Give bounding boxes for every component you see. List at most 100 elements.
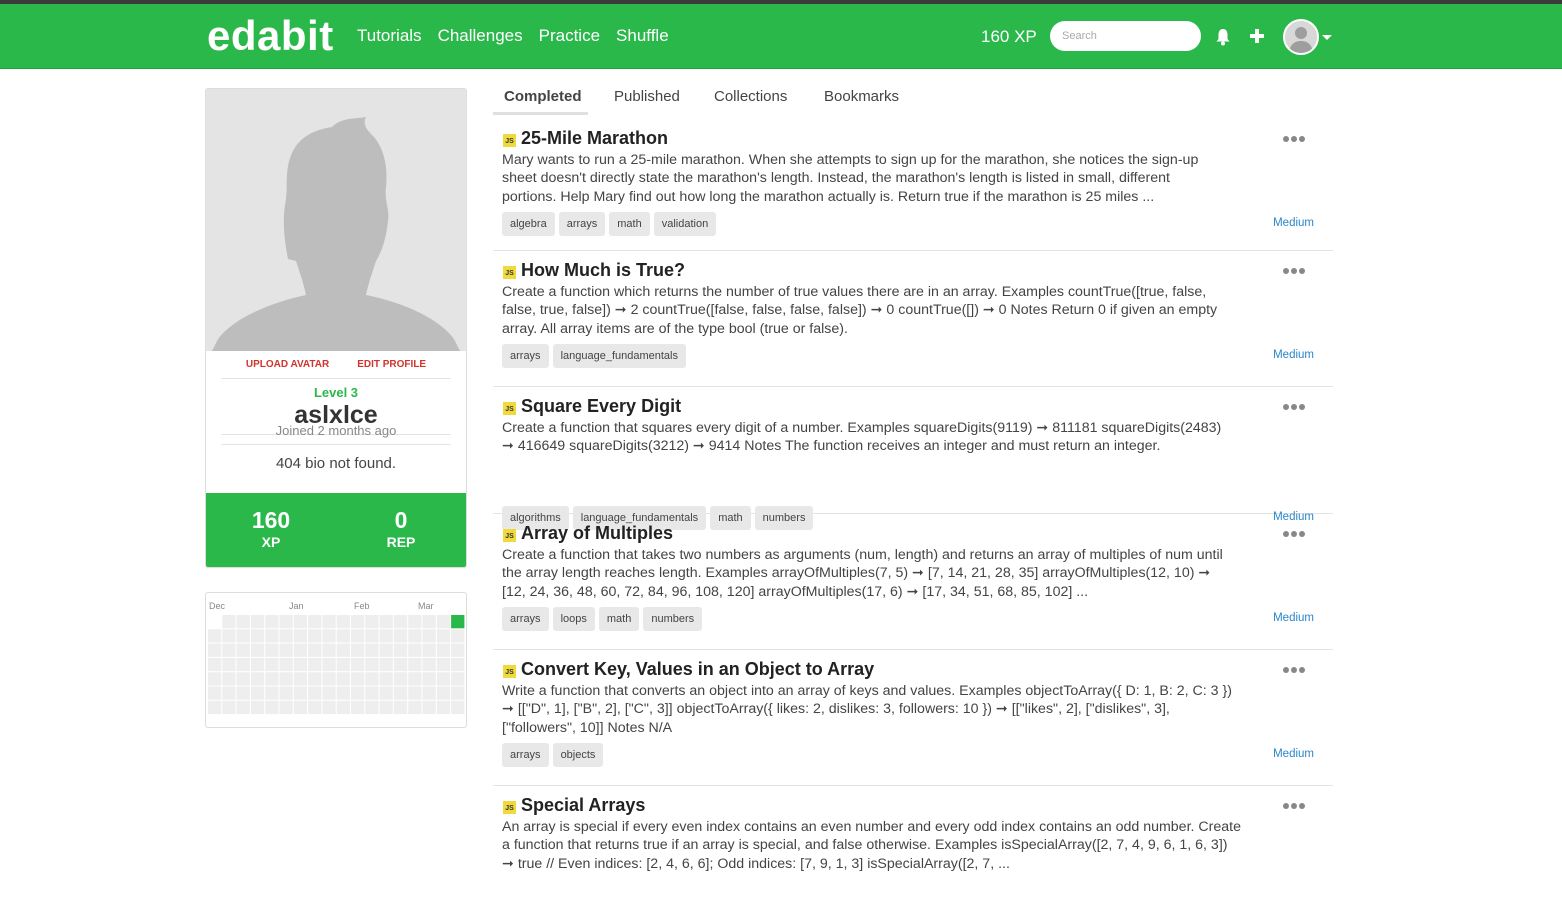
heatmap-cell bbox=[393, 700, 408, 715]
heatmap-cell bbox=[379, 657, 393, 672]
heatmap-cell bbox=[393, 615, 408, 629]
difficulty-label[interactable]: Medium bbox=[1273, 349, 1314, 361]
heatmap-cell bbox=[365, 700, 379, 715]
heatmap-cell bbox=[322, 657, 336, 672]
heatmap-cell bbox=[250, 657, 265, 672]
search-input[interactable] bbox=[1050, 21, 1201, 51]
description-line: An array is special if every even index … bbox=[502, 819, 1241, 835]
challenge-title[interactable]: Square Every Digit bbox=[521, 396, 681, 417]
heatmap-cell bbox=[322, 700, 336, 715]
challenge-title[interactable]: 25-Mile Marathon bbox=[521, 128, 668, 149]
user-avatar-button[interactable] bbox=[1283, 19, 1319, 55]
rep-stat: 0 REP bbox=[336, 493, 466, 567]
difficulty-label[interactable]: Medium bbox=[1273, 217, 1314, 229]
nav-shuffle[interactable]: Shuffle bbox=[616, 26, 669, 46]
chevron-down-icon[interactable] bbox=[1322, 35, 1332, 40]
tag[interactable]: numbers bbox=[643, 607, 703, 631]
more-options-icon[interactable] bbox=[1283, 267, 1307, 275]
month-label: Jan bbox=[289, 601, 304, 611]
upload-avatar-link[interactable]: UPLOAD AVATAR bbox=[246, 359, 329, 370]
heatmap-cell bbox=[365, 615, 379, 629]
heatmap-cell bbox=[379, 629, 393, 643]
heatmap-cell bbox=[208, 615, 222, 629]
profile-avatar bbox=[206, 89, 466, 351]
description-line: array. All array items are of the type b… bbox=[502, 320, 848, 337]
tab-collections[interactable]: Collections bbox=[714, 88, 787, 105]
heatmap-cell bbox=[250, 643, 265, 657]
heatmap-cell bbox=[408, 686, 422, 700]
heatmap-cell bbox=[422, 629, 436, 643]
tag[interactable]: loops bbox=[552, 607, 595, 631]
logo[interactable]: edabit bbox=[207, 12, 334, 60]
heatmap-cell bbox=[351, 672, 365, 686]
more-options-icon[interactable] bbox=[1283, 135, 1307, 143]
profile-silhouette-icon bbox=[206, 89, 466, 351]
more-options-icon[interactable] bbox=[1283, 802, 1307, 810]
rep-value: 0 bbox=[394, 507, 408, 533]
tag[interactable]: arrays bbox=[502, 743, 549, 767]
challenge-item[interactable]: JS Convert Key, Values in an Object to Ar… bbox=[493, 650, 1333, 786]
heatmap-cell bbox=[279, 700, 293, 715]
plus-icon[interactable] bbox=[1248, 27, 1266, 45]
more-options-icon[interactable] bbox=[1283, 666, 1307, 674]
heatmap-cell bbox=[279, 615, 293, 629]
heatmap-cell bbox=[222, 629, 236, 643]
heatmap-cell bbox=[451, 672, 465, 686]
nav-tutorials[interactable]: Tutorials bbox=[357, 26, 422, 46]
challenge-item[interactable]: JS 25-Mile Marathon Mary wants to run a 25… bbox=[493, 119, 1333, 251]
javascript-icon: JS bbox=[503, 665, 516, 678]
tag[interactable]: objects bbox=[552, 743, 604, 767]
challenge-item[interactable]: JS Array of Multiples Create a function th… bbox=[493, 514, 1333, 650]
tab-published[interactable]: Published bbox=[614, 88, 680, 105]
tag[interactable]: validation bbox=[653, 212, 717, 236]
description-line: sheet doesn't directly state the maratho… bbox=[502, 170, 1170, 187]
difficulty-label[interactable]: Medium bbox=[1273, 612, 1314, 624]
challenge-item[interactable]: JS How Much is True? Create a function whi… bbox=[493, 251, 1333, 387]
more-options-icon[interactable] bbox=[1283, 530, 1307, 538]
heatmap-cell bbox=[351, 686, 365, 700]
heatmap-cell bbox=[351, 629, 365, 643]
heatmap-cell bbox=[308, 686, 322, 700]
tag[interactable]: language_fundamentals bbox=[552, 344, 686, 368]
challenge-title[interactable]: Array of Multiples bbox=[521, 523, 673, 544]
tab-bookmarks[interactable]: Bookmarks bbox=[824, 88, 899, 105]
challenge-item[interactable]: JS Special Arrays An array is special if e… bbox=[493, 786, 1333, 906]
tag[interactable]: arrays bbox=[502, 344, 549, 368]
xp-label: XP bbox=[261, 534, 281, 550]
tab-completed[interactable]: Completed bbox=[504, 88, 582, 105]
heatmap-cell bbox=[265, 615, 279, 629]
tag[interactable]: arrays bbox=[502, 607, 549, 631]
heatmap-cell bbox=[365, 686, 379, 700]
heatmap-cell bbox=[322, 629, 336, 643]
heatmap-cell bbox=[336, 643, 350, 657]
heatmap-cell bbox=[451, 657, 465, 672]
tag[interactable]: math bbox=[609, 212, 650, 236]
description-line: Mary wants to run a 25-mile marathon. Wh… bbox=[502, 152, 1199, 168]
heatmap-cell bbox=[408, 615, 422, 629]
tag[interactable]: algebra bbox=[502, 212, 555, 236]
heatmap-cell bbox=[436, 686, 451, 700]
challenge-title[interactable]: Convert Key, Values in an Object to Arra… bbox=[521, 659, 874, 680]
edit-profile-link[interactable]: EDIT PROFILE bbox=[357, 359, 426, 370]
bell-icon[interactable] bbox=[1215, 28, 1231, 46]
heatmap-cell bbox=[308, 700, 322, 715]
heatmap-cell bbox=[322, 643, 336, 657]
tag-list: arrays language_fundamentals bbox=[502, 344, 686, 368]
heatmap-cell bbox=[379, 615, 393, 629]
nav-challenges[interactable]: Challenges bbox=[438, 26, 523, 46]
profile-card: UPLOAD AVATAR EDIT PROFILE Level 3 aslxl… bbox=[205, 88, 467, 568]
tag[interactable]: arrays bbox=[558, 212, 606, 236]
heatmap-cell bbox=[265, 629, 279, 643]
more-options-icon[interactable] bbox=[1283, 403, 1307, 411]
challenge-title[interactable]: How Much is True? bbox=[521, 260, 685, 281]
heatmap-cell bbox=[365, 643, 379, 657]
challenge-title[interactable]: Special Arrays bbox=[521, 795, 645, 816]
difficulty-label[interactable]: Medium bbox=[1273, 748, 1314, 760]
challenge-item[interactable]: JS Square Every Digit Create a function th… bbox=[493, 387, 1333, 530]
tag[interactable]: math bbox=[598, 607, 640, 631]
heatmap-cell bbox=[308, 643, 322, 657]
divider bbox=[221, 378, 451, 379]
nav-practice[interactable]: Practice bbox=[539, 26, 600, 46]
description-line: portions. Help Mary find out how long th… bbox=[502, 188, 1155, 205]
heatmap-cell bbox=[279, 657, 293, 672]
